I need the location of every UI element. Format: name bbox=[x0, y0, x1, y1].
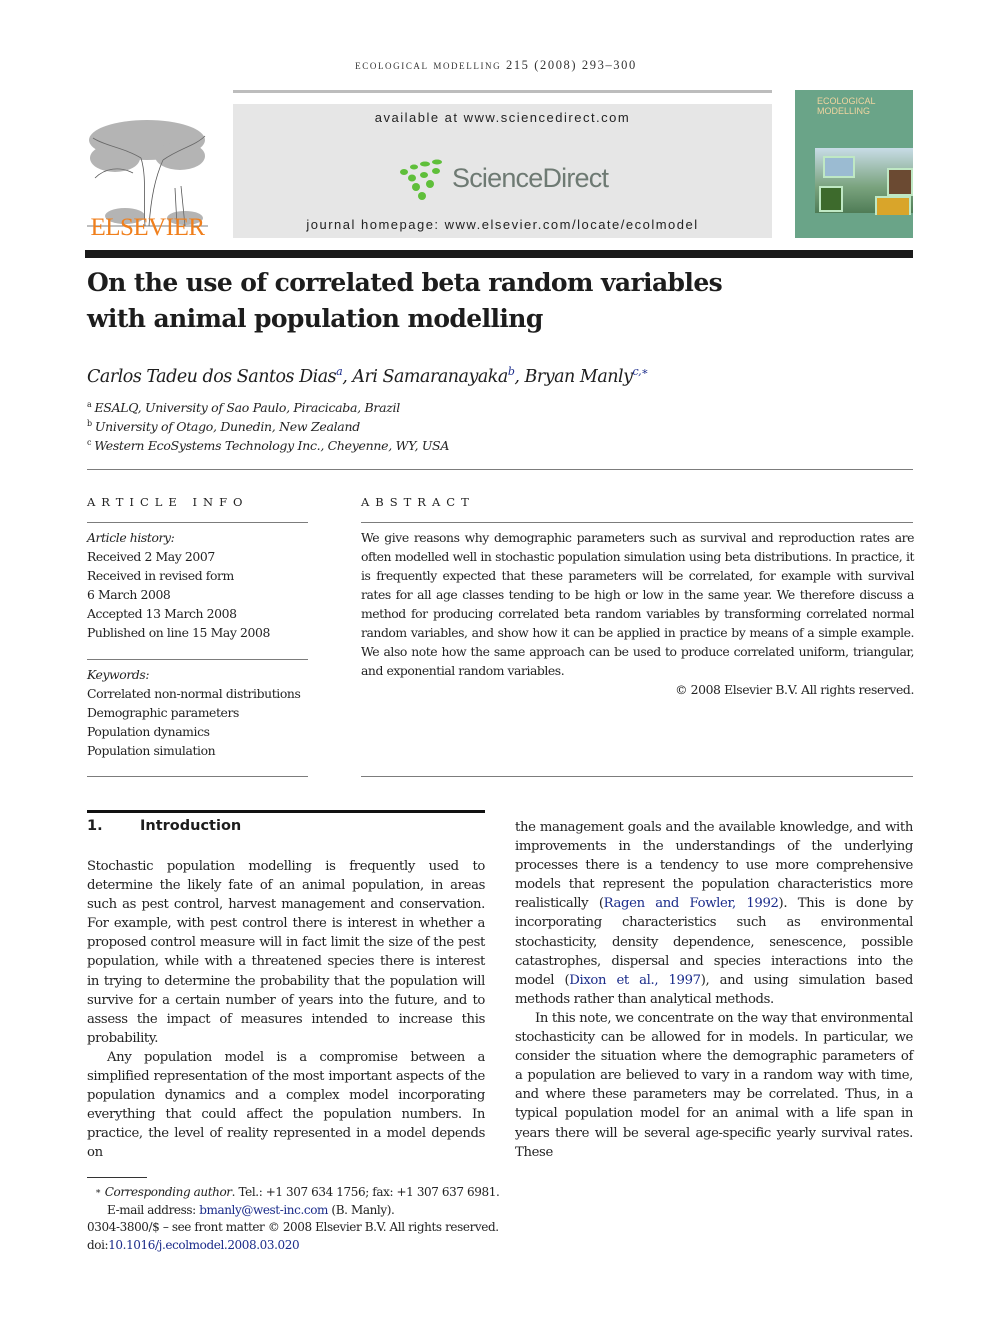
divider bbox=[361, 776, 913, 777]
keyword-item: Demographic parameters bbox=[87, 705, 239, 720]
doi-link[interactable]: 10.1016/j.ecolmodel.2008.03.020 bbox=[108, 1238, 299, 1252]
keywords: Keywords: Correlated non-normal distribu… bbox=[87, 667, 301, 758]
footnotes: ∗ Corresponding author. Tel.: +1 307 634 … bbox=[87, 1184, 500, 1254]
keyword-item: Correlated non-normal distributions bbox=[87, 686, 301, 701]
paragraph: Any population model is a compromise bet… bbox=[87, 1049, 485, 1161]
abstract-copyright: © 2008 Elsevier B.V. All rights reserved… bbox=[675, 682, 914, 697]
affiliation-marker[interactable]: c,∗ bbox=[633, 365, 649, 378]
paragraph: In this note, we concentrate on the way … bbox=[515, 1010, 913, 1160]
article-history: Article history: Received 2 May 2007 Rec… bbox=[87, 530, 270, 640]
cover-title: ECOLOGICAL MODELLING bbox=[817, 96, 876, 116]
divider bbox=[87, 659, 308, 660]
divider bbox=[361, 522, 913, 523]
publisher-name: ELSEVIER bbox=[90, 214, 205, 241]
journal-cover-image: ECOLOGICAL MODELLING bbox=[795, 90, 913, 238]
history-item: Published on line 15 May 2008 bbox=[87, 625, 270, 640]
author-name: Bryan Manly bbox=[524, 366, 634, 387]
history-item: Received 2 May 2007 bbox=[87, 549, 215, 564]
header-rule bbox=[233, 90, 772, 93]
author-list: Carlos Tadeu dos Santos Diasa, Ari Samar… bbox=[87, 365, 649, 387]
author-name: Carlos Tadeu dos Santos Dias bbox=[87, 366, 337, 387]
available-at-link[interactable]: available at www.sciencedirect.com bbox=[233, 110, 772, 125]
divider bbox=[87, 522, 308, 523]
section-heading: 1. Introduction bbox=[87, 818, 242, 834]
body-column-right: the management goals and the available k… bbox=[515, 818, 913, 1162]
keyword-item: Population simulation bbox=[87, 743, 216, 758]
citation-link[interactable]: Ragen and Fowler, 1992 bbox=[604, 896, 779, 911]
abstract-text: We give reasons why demographic paramete… bbox=[361, 530, 914, 678]
affiliation: c Western EcoSystems Technology Inc., Che… bbox=[87, 438, 450, 454]
paragraph: Stochastic population modelling is frequ… bbox=[87, 859, 485, 1046]
history-item: 6 March 2008 bbox=[87, 587, 171, 602]
front-matter-line: 0304-3800/$ – see front matter © 2008 El… bbox=[87, 1220, 499, 1234]
doi-line: doi:10.1016/j.ecolmodel.2008.03.020 bbox=[87, 1237, 300, 1252]
history-item: Accepted 13 March 2008 bbox=[87, 606, 237, 621]
affiliation: a ESALQ, University of Sao Paulo, Piracic… bbox=[87, 400, 400, 416]
article-title: On the use of correlated beta random var… bbox=[87, 268, 723, 333]
email-link[interactable]: bmanly@west-inc.com bbox=[199, 1203, 328, 1217]
journal-homepage-link[interactable]: journal homepage: www.elsevier.com/locat… bbox=[233, 217, 772, 232]
running-head: ecological modelling 215 (2008) 293–300 bbox=[355, 58, 637, 72]
affiliation: b University of Otago, Dunedin, New Zeala… bbox=[87, 419, 360, 435]
keyword-item: Population dynamics bbox=[87, 724, 210, 739]
email-line: E-mail address: bmanly@west-inc.com (B. … bbox=[107, 1202, 395, 1217]
affiliation-marker[interactable]: b bbox=[508, 365, 515, 378]
body-column-left: Stochastic population modelling is frequ… bbox=[87, 857, 485, 1163]
header-thick-rule bbox=[85, 250, 913, 258]
footnote-rule bbox=[87, 1177, 147, 1178]
paragraph: the management goals and the available k… bbox=[515, 820, 914, 1007]
section-rule bbox=[87, 810, 485, 813]
corresponding-author-note: ∗ Corresponding author. Tel.: +1 307 634 … bbox=[95, 1185, 500, 1199]
article-info-heading: ARTICLE INFO bbox=[87, 495, 249, 509]
citation-link[interactable]: Dixon et al., 1997 bbox=[569, 973, 701, 988]
author-name: Ari Samaranayaka bbox=[352, 366, 508, 387]
divider bbox=[87, 469, 913, 470]
abstract-heading: ABSTRACT bbox=[361, 495, 475, 509]
divider bbox=[87, 776, 308, 777]
sciencedirect-logo[interactable]: ScienceDirect bbox=[452, 163, 609, 194]
affiliation-marker[interactable]: a bbox=[336, 365, 343, 378]
history-item: Received in revised form bbox=[87, 568, 234, 583]
